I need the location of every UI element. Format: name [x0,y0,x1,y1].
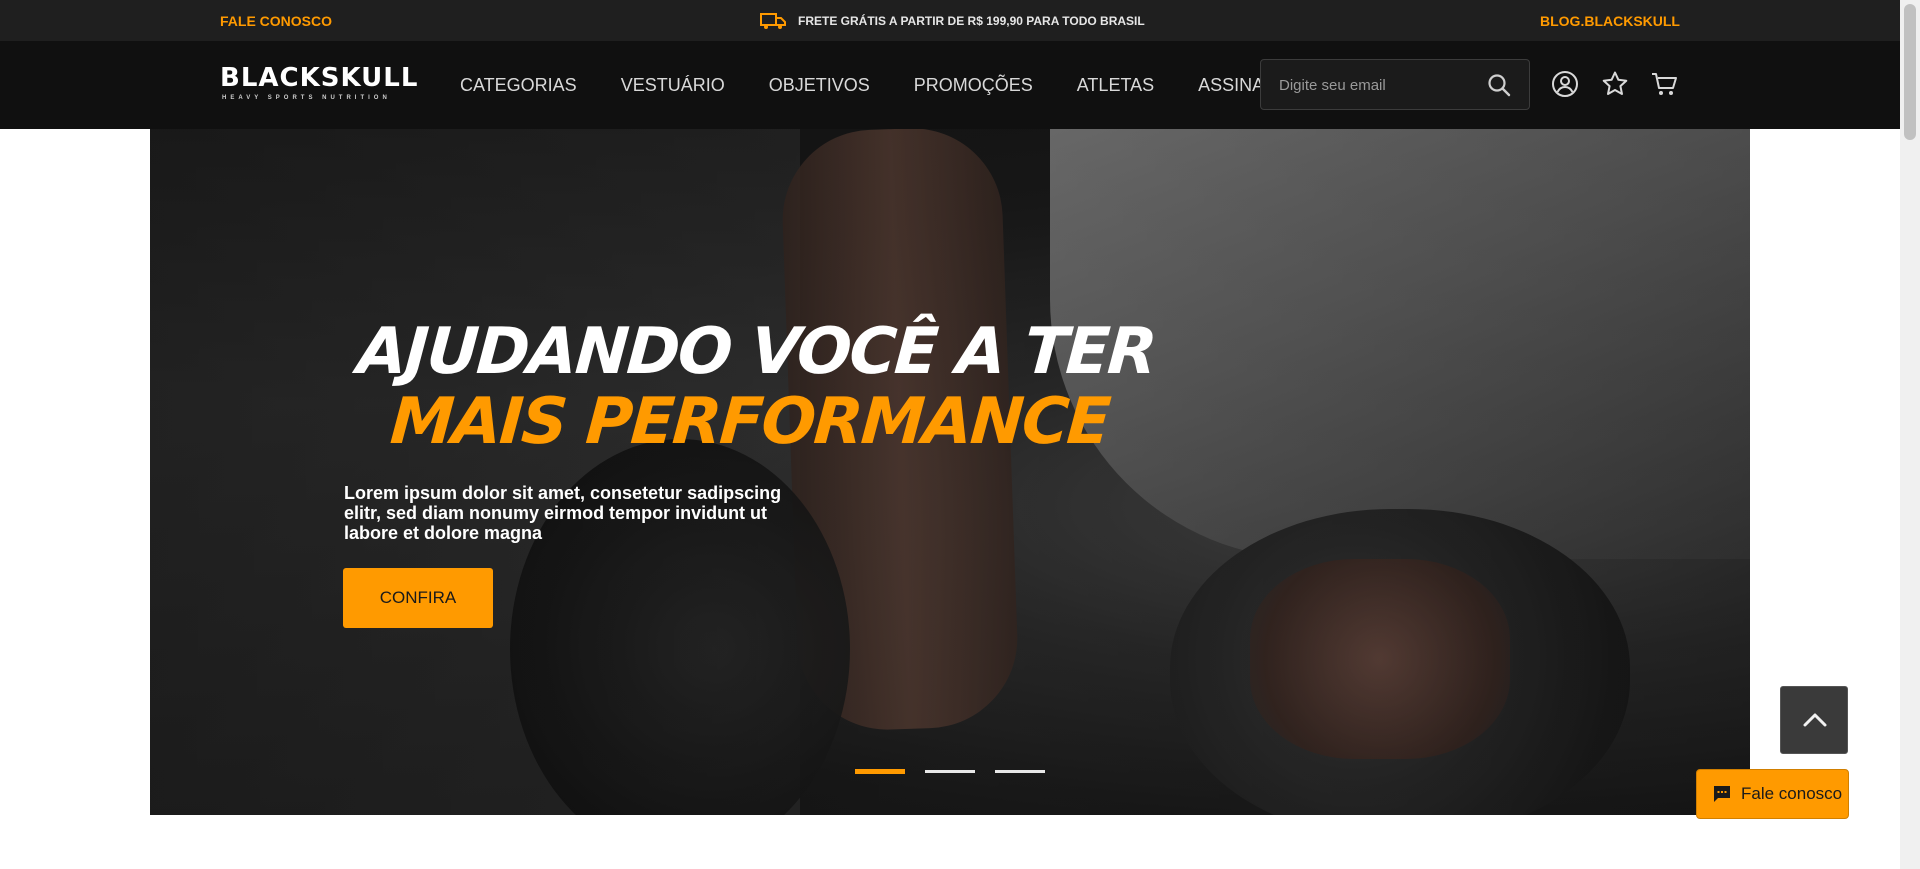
logo-text: BLACKSKULL [220,63,419,93]
hero-description: Lorem ipsum dolor sit amet, consetetur s… [344,483,782,543]
shipping-text: FRETE GRÁTIS A PARTIR DE R$ 199,90 PARA … [798,14,1145,28]
hero-title-line1: AJUDANDO VOCÊ A TER [354,315,1158,389]
nav-item-promocoes[interactable]: PROMOÇÕES [914,75,1033,96]
slider-dot-1[interactable] [855,769,905,774]
category-strip [0,815,1900,869]
star-icon[interactable] [1601,70,1629,98]
nav-item-objetivos[interactable]: OBJETIVOS [769,75,870,96]
logo[interactable]: BLACKSKULL HEAVY SPORTS NUTRITION [220,63,425,105]
chat-button[interactable]: Fale conosco [1696,769,1849,819]
main-nav: CATEGORIAS VESTUÁRIO OBJETIVOS PROMOÇÕES… [460,75,1356,96]
nav-item-atletas[interactable]: ATLETAS [1077,75,1154,96]
back-to-top-button[interactable] [1780,686,1848,754]
slider-dot-2[interactable] [925,770,975,773]
blog-link[interactable]: BLOG.BLACKSKULL [1540,13,1680,29]
chat-label: Fale conosco [1741,784,1843,803]
hero-title-line2: MAIS PERFORMANCE [387,385,1112,459]
hero-banner: AJUDANDO VOCÊ A TER MAIS PERFORMANCE Lor… [150,129,1750,815]
main-header: BLACKSKULL HEAVY SPORTS NUTRITION CATEGO… [0,41,1900,129]
contact-link[interactable]: FALE CONOSCO [220,13,332,29]
hero-title: AJUDANDO VOCÊ A TER MAIS PERFORMANCE [350,315,1158,459]
cart-icon[interactable] [1650,70,1678,98]
top-bar: FALE CONOSCO FRETE GRÁTIS A PARTIR DE R$… [0,0,1900,41]
search-input[interactable] [1279,74,1479,96]
slider-dots [855,769,1045,774]
scrollbar[interactable] [1900,0,1920,869]
truck-icon [760,13,786,29]
confira-button[interactable]: CONFIRA [343,568,493,628]
search-box [1260,59,1530,110]
nav-item-vestuario[interactable]: VESTUÁRIO [621,75,725,96]
slider-dot-3[interactable] [995,770,1045,773]
hero-overlay [150,129,1750,815]
logo-tagline: HEAVY SPORTS NUTRITION [222,95,391,101]
search-icon[interactable] [1487,73,1511,97]
shipping-banner: FRETE GRÁTIS A PARTIR DE R$ 199,90 PARA … [760,12,1145,30]
scrollbar-thumb[interactable] [1904,4,1916,140]
chat-icon [1714,786,1730,802]
nav-item-categorias[interactable]: CATEGORIAS [460,75,577,96]
user-icon[interactable] [1551,70,1579,98]
chevron-up-icon [1803,713,1827,727]
